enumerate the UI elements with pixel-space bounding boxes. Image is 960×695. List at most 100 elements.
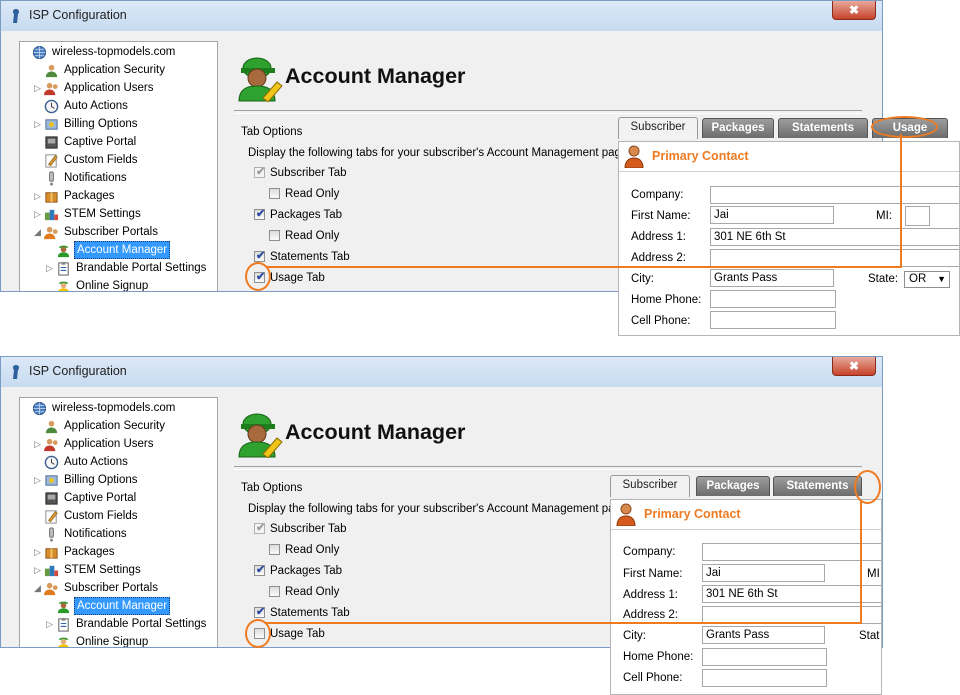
company-label: Company:: [631, 189, 684, 201]
app-icon: [12, 9, 20, 23]
mi-label: MI: [867, 568, 880, 580]
company-input[interactable]: [702, 543, 881, 561]
users-key-icon: [45, 64, 58, 78]
city-input[interactable]: Grants Pass: [710, 269, 834, 287]
tree-label: Account Manager: [74, 597, 171, 615]
close-button[interactable]: ✖: [832, 357, 876, 376]
state-label: State:: [868, 273, 899, 285]
navigation-tree[interactable]: wireless-topmodels.com Application Secur…: [19, 397, 218, 648]
expand-icon[interactable]: ▷: [46, 264, 54, 273]
home-phone-label: Home Phone:: [623, 651, 694, 663]
window-title: ISP Configuration: [29, 8, 127, 22]
window-title: ISP Configuration: [29, 364, 127, 378]
cell-phone-input[interactable]: [702, 669, 827, 687]
first-name-input[interactable]: Jai: [710, 206, 834, 224]
home-phone-input[interactable]: [702, 648, 827, 666]
tab-packages[interactable]: Packages: [696, 476, 770, 496]
state-select[interactable]: OR ▼: [904, 271, 950, 288]
address2-input[interactable]: [710, 249, 959, 267]
tree-label: Brandable Portal Settings: [76, 262, 207, 274]
tab-options-label: Tab Options: [241, 126, 303, 138]
check-mark-icon: ✔: [256, 522, 266, 534]
expand-icon[interactable]: ▷: [34, 476, 42, 485]
city-label: City:: [623, 630, 646, 642]
mi-input[interactable]: [905, 206, 930, 226]
expand-icon[interactable]: ▷: [46, 620, 54, 629]
checkbox[interactable]: ✔: [254, 564, 266, 576]
checkbox[interactable]: [269, 230, 280, 241]
cell-phone-input[interactable]: [710, 311, 836, 329]
callout-line: [900, 134, 902, 268]
users-key-icon: [45, 420, 58, 434]
expand-icon[interactable]: ▷: [34, 84, 42, 93]
address1-input[interactable]: 301 NE 6th St: [710, 228, 959, 246]
tree-label: STEM Settings: [64, 208, 141, 220]
checkbox[interactable]: ✔: [254, 606, 266, 618]
signup-icon: [58, 637, 69, 647]
tab-subscriber[interactable]: Subscriber: [610, 475, 690, 497]
expand-icon[interactable]: ▷: [34, 566, 42, 575]
tree-label: Online Signup: [76, 636, 149, 648]
first-name-input[interactable]: Jai: [702, 564, 825, 582]
check-mark-icon: ✔: [256, 606, 266, 618]
expand-icon[interactable]: ▷: [34, 440, 42, 449]
checkbox[interactable]: ✔: [254, 250, 265, 262]
checkbox-label: Subscriber Tab: [270, 523, 347, 535]
close-button[interactable]: ✖: [832, 1, 876, 20]
tree-label: Custom Fields: [64, 154, 138, 166]
tab-subscriber[interactable]: Subscriber: [618, 117, 698, 139]
checkbox-label: Read Only: [285, 544, 340, 556]
globe-icon: [32, 401, 47, 416]
state-value: OR: [909, 273, 927, 285]
cell-phone-label: Cell Phone:: [623, 672, 683, 684]
expand-icon[interactable]: ▷: [34, 210, 42, 219]
company-input[interactable]: [710, 186, 959, 204]
checkbox-label: Packages Tab: [270, 565, 343, 577]
account-manager-icon: [238, 57, 283, 102]
tab-options-description: Display the following tabs for your subs…: [248, 503, 631, 515]
tab-options-description: Display the following tabs for your subs…: [248, 147, 631, 159]
tree-label: Application Users: [64, 438, 154, 450]
home-phone-input[interactable]: [710, 290, 836, 308]
checkbox[interactable]: [269, 188, 280, 199]
clipboard-icon: [58, 261, 69, 276]
checkbox[interactable]: ✔: [254, 208, 265, 220]
page-title: Account Manager: [285, 420, 466, 444]
state-label: Stat: [859, 630, 880, 642]
expand-icon[interactable]: ▷: [34, 120, 42, 129]
address1-label: Address 1:: [631, 231, 686, 243]
checkbox[interactable]: [269, 544, 280, 555]
tab-statements[interactable]: Statements: [773, 476, 862, 496]
tree-label: Custom Fields: [64, 510, 138, 522]
checkbox-label: Read Only: [285, 230, 340, 242]
stem-icon: [44, 209, 59, 221]
tree-label: Notifications: [64, 528, 127, 540]
expand-icon[interactable]: ▷: [34, 548, 42, 557]
portal-icon: [45, 492, 58, 505]
navigation-tree[interactable]: wireless-topmodels.com Application Secur…: [19, 41, 218, 291]
signup-icon: [58, 281, 69, 291]
clock-icon: [44, 99, 59, 114]
address1-input[interactable]: 301 NE 6th St: [702, 585, 881, 603]
expand-icon[interactable]: ▷: [34, 192, 42, 201]
tab-packages[interactable]: Packages: [702, 118, 774, 138]
check-mark-icon: ✔: [256, 564, 266, 576]
address2-label: Address 2:: [631, 252, 686, 264]
checkbox-label: Read Only: [285, 586, 340, 598]
checkbox-label: Subscriber Tab: [270, 167, 347, 179]
clock-icon: [44, 455, 59, 470]
clipboard-icon: [58, 617, 69, 632]
person-icon: [624, 145, 644, 168]
callout-line: [266, 266, 902, 268]
company-label: Company:: [623, 546, 676, 558]
tree-label: Application Security: [64, 420, 165, 432]
primary-contact-title: Primary Contact: [652, 149, 749, 163]
tab-statements[interactable]: Statements: [778, 118, 868, 138]
tree-label: STEM Settings: [64, 564, 141, 576]
city-input[interactable]: Grants Pass: [702, 626, 825, 644]
collapse-icon[interactable]: ◢: [34, 228, 42, 237]
checkbox-label: Statements Tab: [270, 607, 350, 619]
callout-circle-missing-usage-tab: [854, 470, 881, 504]
collapse-icon[interactable]: ◢: [34, 584, 42, 593]
checkbox[interactable]: [269, 586, 280, 597]
